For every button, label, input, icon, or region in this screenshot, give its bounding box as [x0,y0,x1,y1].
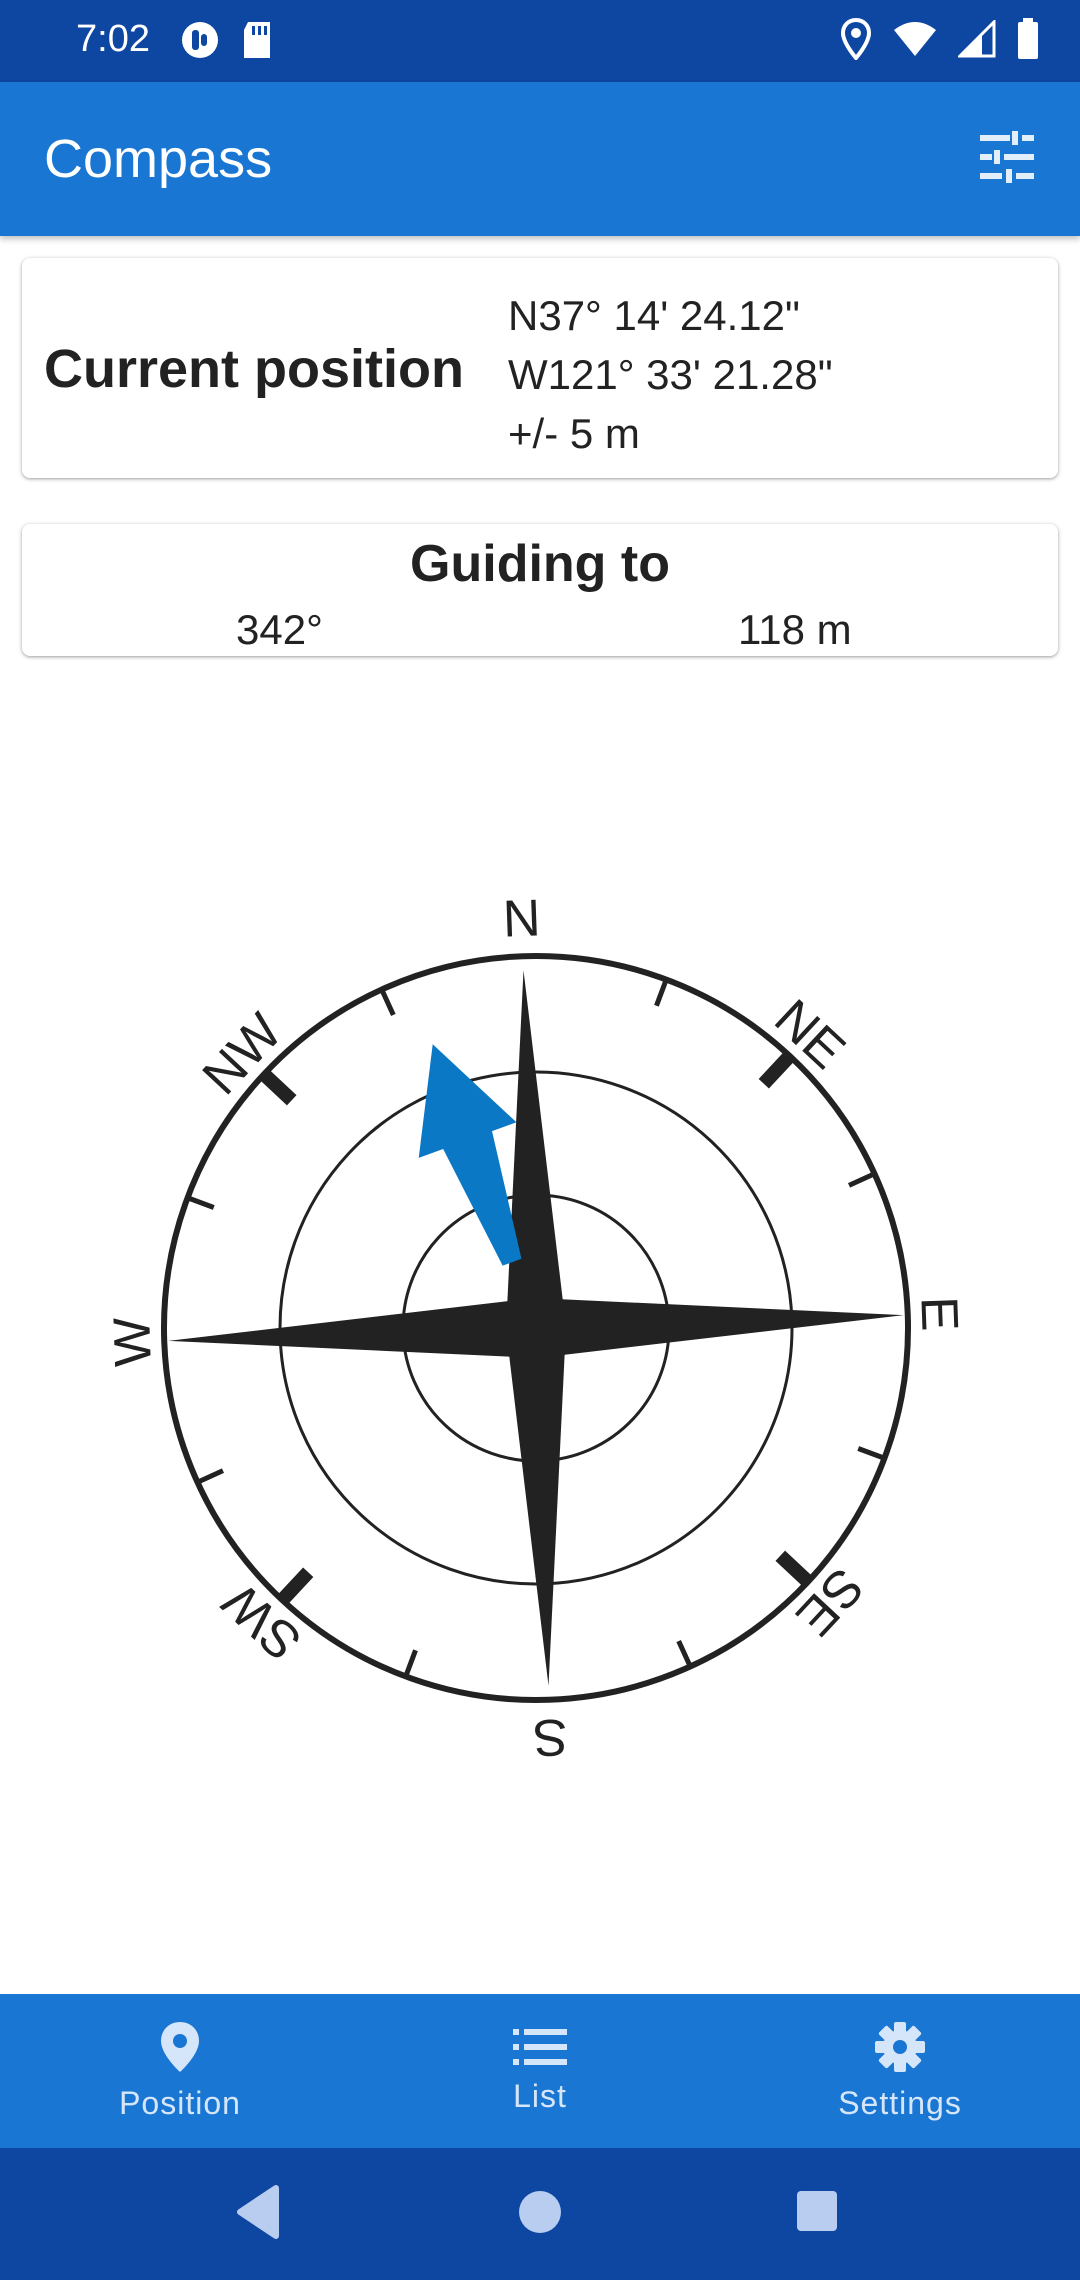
compass-label-e: E [909,1296,968,1333]
system-navigation-bar [0,2148,1080,2280]
minor-tick [186,1195,215,1210]
compass-label-s: S [532,1707,569,1766]
current-position-label: Current position [44,339,464,399]
minor-tick [847,1171,876,1188]
compass-view: N NE E SE S SW W NW [0,880,1080,1780]
latitude-value: N37° 14' 24.12" [508,292,800,339]
current-position-card: Current position N37° 14' 24.12" W121° 3… [22,258,1058,478]
intercardinal-tick [775,1550,813,1587]
recents-button[interactable] [796,2190,838,2237]
status-time: 7:02 [76,18,150,60]
compass-star-point [506,970,566,1330]
compass-star-point [506,1326,566,1686]
cell-signal-icon [956,18,996,63]
minor-tick [857,1446,886,1461]
tune-icon [978,130,1036,188]
home-button[interactable] [516,2188,564,2241]
nav-label-settings: Settings [838,2085,962,2121]
compass-label-w: W [103,1317,163,1368]
location-pin-icon [158,2020,202,2079]
minor-tick [403,1649,418,1678]
coordinates: N37° 14' 24.12" W121° 33' 21.28" +/- 5 m [508,286,833,463]
app-bar: Compass [0,82,1080,236]
sd-card-icon [240,20,274,65]
nav-label-list: List [513,2078,567,2114]
nav-label-position: Position [119,2085,241,2121]
intercardinal-tick [259,1069,297,1106]
compass-star-point [168,1298,538,1358]
nav-item-position[interactable]: Position [0,1994,360,2148]
intercardinal-tick [277,1567,314,1605]
compass-rose: NNEESESSWWNW [103,889,968,1766]
status-bar: 7:02 [0,0,1080,82]
battery-icon [1016,18,1040,65]
nav-item-settings[interactable]: Settings [720,1994,1080,2148]
location-icon [840,17,872,65]
wifi-icon [892,20,938,63]
page-title: Compass [44,129,273,189]
app-notification-icon [180,20,220,65]
guiding-to-title: Guiding to [410,535,670,593]
bottom-navigation: Position List Settings [0,1994,1080,2148]
intercardinal-tick [758,1051,795,1089]
list-icon [513,2027,567,2072]
tune-button[interactable] [970,122,1044,196]
compass-dial: NNEESESSWWNW [103,889,968,1766]
minor-tick [654,978,669,1007]
nav-item-list[interactable]: List [360,1994,720,2148]
gear-icon [873,2020,927,2079]
target-distance: 118 m [738,606,852,653]
minor-tick [196,1468,225,1485]
compass-star-point [534,1298,904,1358]
longitude-value: W121° 33' 21.28" [508,351,833,398]
guiding-to-card: Guiding to 342° 118 m [22,524,1058,656]
back-button[interactable] [234,2184,282,2245]
compass-label-n: N [502,889,542,948]
target-bearing: 342° [236,606,323,653]
minor-tick [676,1639,693,1668]
accuracy-value: +/- 5 m [508,410,640,457]
minor-tick [379,988,396,1017]
